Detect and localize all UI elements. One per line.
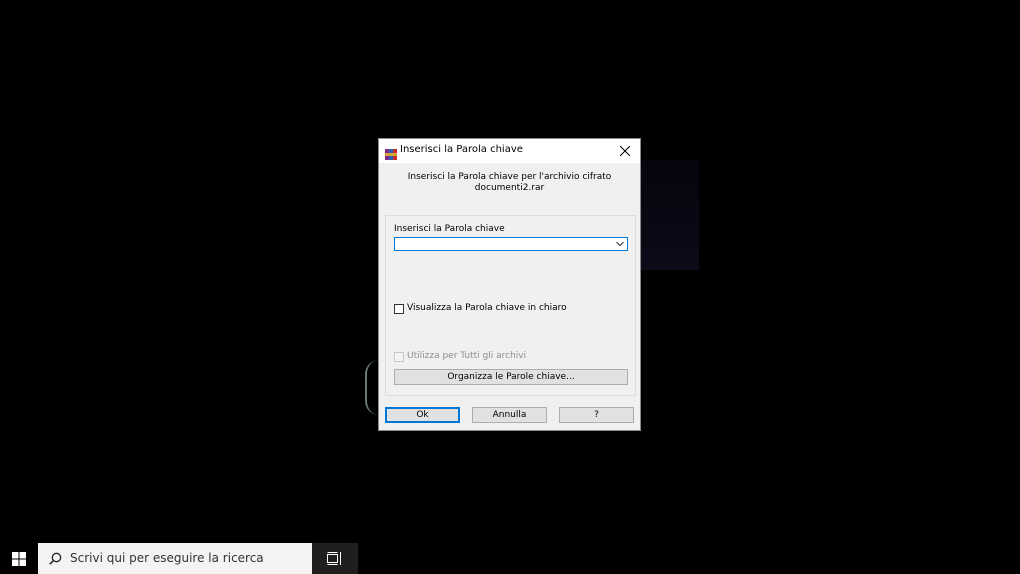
organize-passwords-button[interactable]: Organizza le Parole chiave...: [394, 369, 628, 385]
dialog-prompt: Inserisci la Parola chiave per l'archivi…: [379, 172, 640, 194]
background-window-fragment: [641, 160, 699, 270]
show-password-label: Visualizza la Parola chiave in chiaro: [407, 303, 567, 313]
start-button[interactable]: [0, 543, 38, 574]
task-view-icon: [327, 552, 341, 565]
password-label: Inserisci la Parola chiave: [394, 224, 505, 234]
use-for-all-label: Utilizza per Tutti gli archivi: [407, 351, 527, 361]
archive-name: documenti2.rar: [474, 183, 545, 193]
dialog-title: Inserisci la Parola chiave: [400, 144, 523, 155]
password-group: Inserisci la Parola chiave Visualizza la…: [385, 215, 636, 396]
password-dialog: Inserisci la Parola chiave Inserisci la …: [378, 138, 641, 431]
winrar-icon: [385, 145, 397, 160]
task-view-button[interactable]: [312, 543, 358, 574]
cancel-button[interactable]: Annulla: [472, 407, 547, 423]
show-password-checkbox[interactable]: [394, 304, 404, 314]
use-for-all-checkbox: [394, 352, 404, 362]
taskbar: Scrivi qui per eseguire la ricerca: [0, 543, 1020, 574]
prompt-line-1: Inserisci la Parola chiave per l'archivi…: [407, 172, 612, 182]
search-icon: [49, 552, 62, 565]
close-icon: [620, 146, 630, 156]
wallpaper-fragment: [365, 360, 379, 415]
password-combobox[interactable]: [394, 237, 628, 251]
dialog-titlebar: Inserisci la Parola chiave: [379, 139, 640, 163]
taskbar-search-box[interactable]: Scrivi qui per eseguire la ricerca: [38, 543, 312, 574]
chevron-down-icon[interactable]: [616, 241, 624, 247]
ok-button[interactable]: Ok: [385, 407, 460, 423]
windows-logo-icon: [12, 552, 26, 566]
help-button[interactable]: ?: [559, 407, 634, 423]
search-placeholder: Scrivi qui per eseguire la ricerca: [70, 551, 264, 565]
close-button[interactable]: [610, 139, 640, 163]
